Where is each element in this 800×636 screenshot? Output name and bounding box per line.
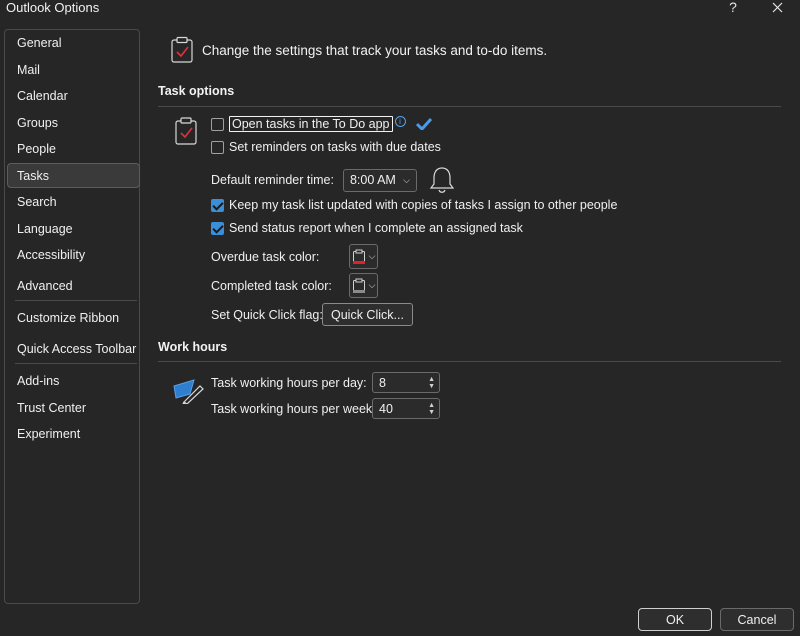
hours-per-day-value: 8 — [379, 375, 386, 390]
tasks-options-panel: Change the settings that track your task… — [158, 0, 788, 600]
window-title: Outlook Options — [6, 0, 100, 15]
sidebar-item-search[interactable]: Search — [17, 195, 57, 209]
sidebar-item-customize-ribbon[interactable]: Customize Ribbon — [17, 311, 119, 325]
bell-icon — [429, 167, 455, 193]
hours-per-week-value: 40 — [379, 401, 393, 416]
default-reminder-row: Default reminder time: 8:00 AM ⌵ — [211, 166, 455, 194]
sidebar-item-trust-center[interactable]: Trust Center — [17, 401, 86, 415]
section-divider — [158, 106, 781, 107]
keep-updated-label[interactable]: Keep my task list updated with copies of… — [229, 198, 617, 212]
quick-click-label: Set Quick Click flag: — [211, 307, 323, 322]
sidebar-item-tasks[interactable]: Tasks — [17, 169, 49, 183]
sidebar-item-quick-access-toolbar[interactable]: Quick Access Toolbar — [17, 342, 136, 356]
todo-app-checkmark-icon — [415, 118, 432, 130]
overdue-color-clipboard-icon — [352, 249, 365, 264]
quick-click-row: Set Quick Click flag: Quick Click... — [211, 303, 413, 326]
sidebar-divider — [15, 300, 137, 301]
hours-per-week-label: Task working hours per week: — [211, 401, 376, 416]
spinner-arrows-icon[interactable]: ▲ ▼ — [428, 402, 435, 416]
page-description: Change the settings that track your task… — [202, 43, 548, 58]
task-options-clipboard-icon — [175, 117, 197, 145]
sidebar-item-calendar[interactable]: Calendar — [17, 89, 68, 103]
completed-color-row: Completed task color: ⌵ — [211, 273, 378, 298]
set-reminders-label[interactable]: Set reminders on tasks with due dates — [229, 140, 441, 154]
chevron-down-icon: ⌵ — [368, 280, 376, 290]
default-reminder-label: Default reminder time: — [211, 173, 334, 187]
ok-button[interactable]: OK — [638, 608, 712, 631]
sidebar-item-people[interactable]: People — [17, 142, 56, 156]
overdue-color-row: Overdue task color: ⌵ — [211, 244, 378, 269]
hours-per-day-spinner[interactable]: 8 ▲ ▼ — [372, 372, 440, 393]
sidebar-item-advanced[interactable]: Advanced — [17, 279, 73, 293]
work-hours-pen-icon — [173, 379, 204, 404]
overdue-color-picker[interactable]: ⌵ — [349, 244, 378, 269]
spinner-arrows-icon[interactable]: ▲ ▼ — [428, 376, 435, 390]
sidebar-item-general[interactable]: General — [17, 36, 61, 50]
cancel-button[interactable]: Cancel — [720, 608, 794, 631]
sidebar-item-accessibility[interactable]: Accessibility — [17, 248, 85, 262]
sidebar-nav: General Mail Calendar Groups People Task… — [4, 29, 140, 604]
open-todo-row: Open tasks in the To Do app i — [211, 115, 432, 132]
sidebar-item-language[interactable]: Language — [17, 222, 73, 236]
sidebar-item-mail[interactable]: Mail — [17, 63, 40, 77]
set-reminders-checkbox[interactable] — [211, 140, 224, 154]
chevron-down-icon: ⌵ — [403, 174, 410, 185]
tasks-clipboard-icon — [171, 36, 193, 63]
quick-click-button[interactable]: Quick Click... — [322, 303, 413, 326]
default-reminder-time-value: 8:00 AM — [349, 173, 396, 187]
work-hours-heading: Work hours — [158, 340, 228, 354]
sidebar-item-groups[interactable]: Groups — [17, 116, 58, 130]
sidebar-divider — [15, 363, 137, 364]
set-reminders-row: Set reminders on tasks with due dates — [211, 140, 441, 154]
keep-updated-checkbox[interactable] — [211, 198, 224, 212]
default-reminder-time-select[interactable]: 8:00 AM ⌵ — [342, 168, 417, 192]
keep-updated-row: Keep my task list updated with copies of… — [211, 198, 617, 212]
hours-per-day-row: Task working hours per day: 8 ▲ ▼ — [211, 372, 440, 393]
overdue-color-label: Overdue task color: — [211, 249, 320, 264]
completed-color-label: Completed task color: — [211, 278, 332, 293]
sidebar-item-add-ins[interactable]: Add-ins — [17, 374, 59, 388]
send-status-label[interactable]: Send status report when I complete an as… — [229, 221, 523, 235]
section-divider — [158, 361, 781, 362]
open-todo-checkbox[interactable] — [211, 117, 224, 131]
chevron-down-icon: ⌵ — [368, 251, 376, 261]
sidebar-item-experiment[interactable]: Experiment — [17, 427, 80, 441]
hours-per-week-spinner[interactable]: 40 ▲ ▼ — [372, 398, 440, 419]
hours-per-day-label: Task working hours per day: — [211, 375, 367, 390]
completed-color-picker[interactable]: ⌵ — [349, 273, 378, 298]
open-todo-label[interactable]: Open tasks in the To Do app — [229, 116, 393, 132]
info-icon[interactable]: i — [394, 115, 406, 127]
send-status-row: Send status report when I complete an as… — [211, 221, 523, 235]
task-options-heading: Task options — [158, 84, 235, 98]
hours-per-week-row: Task working hours per week: 40 ▲ ▼ — [211, 398, 440, 419]
send-status-checkbox[interactable] — [211, 221, 224, 235]
completed-color-clipboard-icon — [352, 278, 365, 293]
